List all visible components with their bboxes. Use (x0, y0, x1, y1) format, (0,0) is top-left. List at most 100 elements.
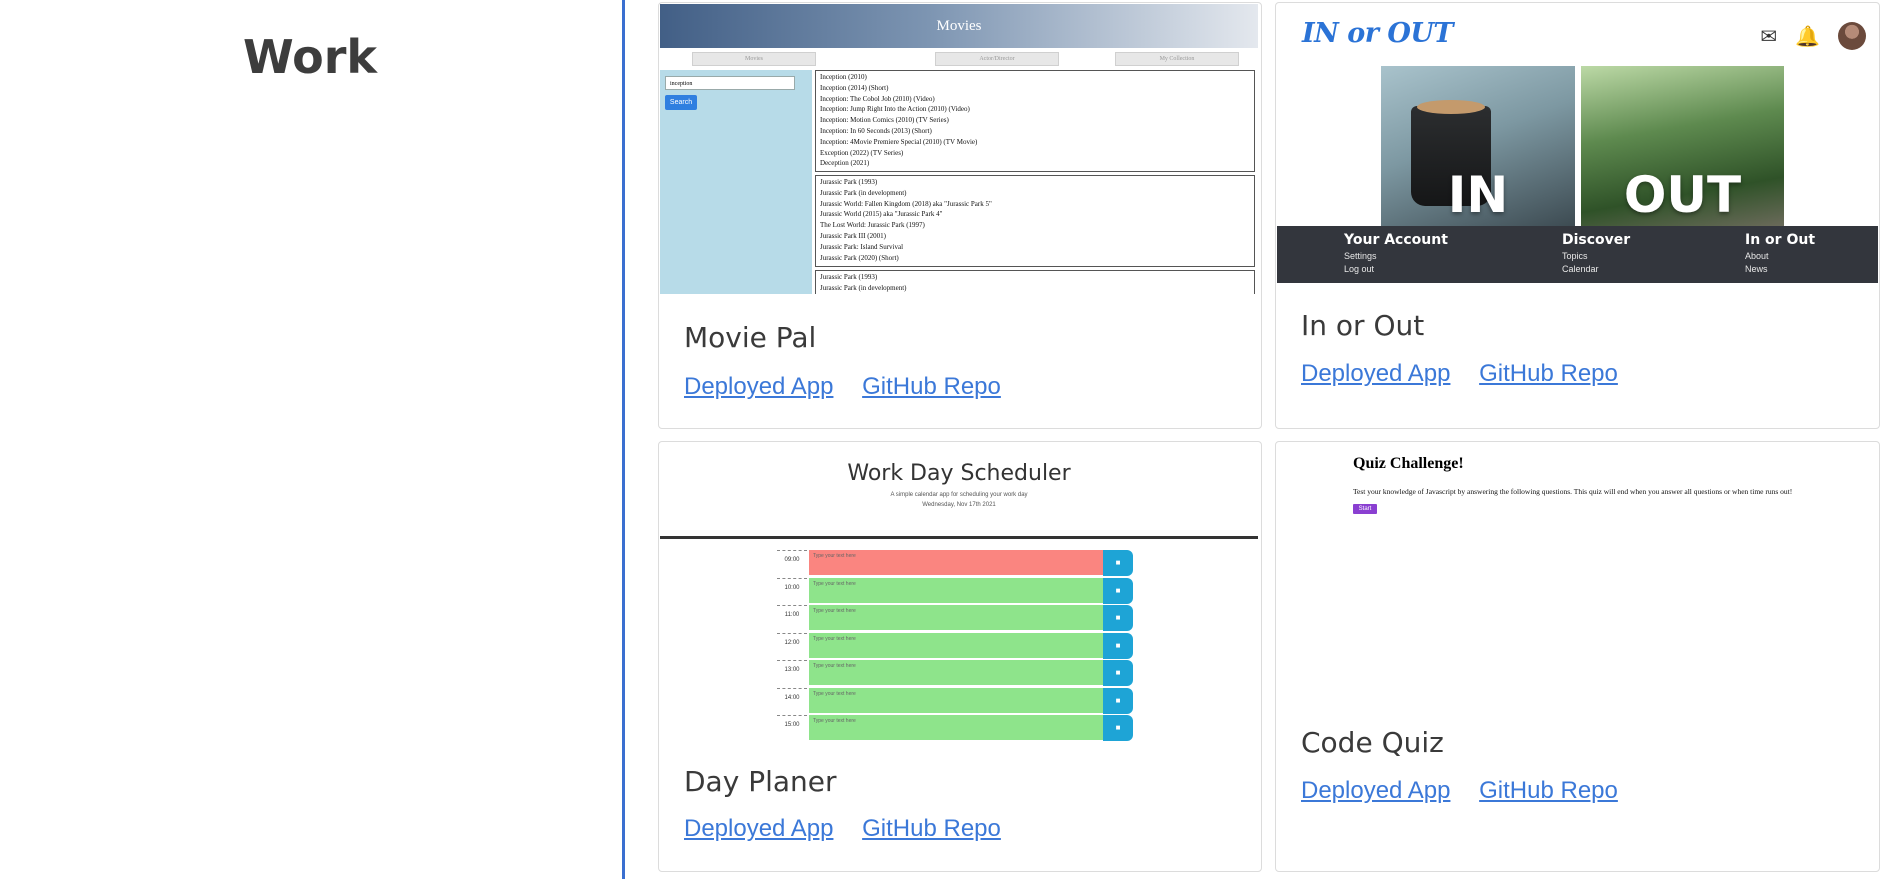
preview-search-input: inception (665, 76, 795, 90)
project-card-day-planer: Work Day Scheduler A simple calendar app… (658, 441, 1262, 872)
project-title: Day Planer (684, 765, 837, 798)
github-repo-link[interactable]: GitHub Repo (862, 815, 1001, 842)
preview-hour-label: 13:00 (777, 660, 807, 687)
preview-result-line: Jurassic Park: Island Survival (820, 242, 904, 251)
preview-hour-slot: Type your text here (809, 687, 1103, 714)
preview-description: Test your knowledge of Javascript by ans… (1353, 487, 1793, 496)
preview-hour-row: 15:00 Type your text here ■ (777, 715, 1137, 742)
preview-hour-slot: Type your text here (809, 632, 1103, 659)
project-links: Deployed App GitHub Repo (1301, 777, 1640, 805)
preview-start-button: Start (1353, 504, 1377, 514)
preview-result-line: Jurassic World (2015) aka "Jurassic Park… (820, 210, 943, 219)
project-title: In or Out (1301, 309, 1425, 342)
section-divider (622, 0, 625, 879)
project-links: Deployed App GitHub Repo (1301, 360, 1640, 388)
preview-hour-label: 12:00 (777, 632, 807, 660)
preview-sidebar: inception Search (660, 70, 812, 294)
project-card-code-quiz: Quiz Challenge! Test your knowledge of J… (1275, 441, 1880, 872)
preview-hour-row: 14:00 Type your text here ■ (777, 687, 1137, 715)
preview-footer-heading: In or Out (1745, 232, 1816, 248)
preview-result-line: The Lost World: Jurassic Park (1997) (820, 221, 925, 230)
preview-footer-link: Settings (1344, 251, 1377, 261)
preview-result-line: Inception: Jump Right Into the Action (2… (820, 105, 970, 114)
preview-header-icons: ✉ 🔔 (1760, 22, 1866, 50)
preview-footer-link: Log out (1344, 264, 1375, 274)
preview-result-line: Jurassic Park (in development) (820, 188, 907, 197)
preview-divider (660, 536, 1258, 539)
preview-result-line: Exception (2022) (TV Series) (820, 148, 904, 157)
preview-in-label: IN (1447, 166, 1509, 224)
preview-nav-item: My Collection (1115, 52, 1239, 66)
preview-footer-link: Calendar (1562, 264, 1599, 274)
section-title: Work (243, 30, 377, 84)
section-sidebar: Work (0, 0, 622, 879)
preview-footer-column: Discover Topics Calendar (1562, 232, 1630, 274)
preview-hour-slot: Type your text here (809, 550, 1103, 576)
preview-result-group: Inception (2010) Inception (2014) (Short)… (815, 70, 1255, 172)
preview-out-image: OUT (1581, 66, 1784, 226)
preview-logo: IN or OUT (1302, 18, 1454, 49)
deployed-app-link[interactable]: Deployed App (684, 373, 833, 400)
preview-in-image: IN (1381, 66, 1575, 226)
preview-result-group: Jurassic Park (1993) Jurassic Park (in de… (815, 175, 1255, 267)
preview-result-group: Jurassic Park (1993) Jurassic Park (in de… (815, 270, 1255, 294)
github-repo-link[interactable]: GitHub Repo (862, 373, 1001, 400)
preview-hour-label: 09:00 (777, 550, 807, 577)
preview-footer-heading: Discover (1562, 232, 1631, 248)
deployed-app-link[interactable]: Deployed App (1301, 360, 1450, 387)
preview-hour-slot: Type your text here (809, 605, 1103, 631)
preview-footer-link: Topics (1562, 251, 1588, 261)
deployed-app-link[interactable]: Deployed App (1301, 777, 1450, 804)
preview-hour-slot: Type your text here (809, 577, 1103, 604)
preview-result-line: Deception (2021) (820, 159, 870, 168)
preview-subtitle: A simple calendar app for scheduling you… (890, 492, 1028, 498)
save-icon: ■ (1103, 550, 1133, 576)
preview-nav: Movies Actor/Director My Collection (660, 52, 1258, 66)
save-icon: ■ (1103, 687, 1133, 714)
project-screenshot: Quiz Challenge! Test your knowledge of J… (1277, 443, 1878, 743)
preview-hour-row: 09:00 Type your text here ■ (777, 550, 1137, 577)
preview-result-line: Inception (2010) (820, 73, 867, 81)
preview-nav-item: Movies (692, 52, 816, 66)
preview-result-line: Jurassic Park (1993) (820, 273, 878, 281)
preview-hour-slot: Type your text here (809, 715, 1103, 741)
preview-hour-row: 11:00 Type your text here ■ (777, 605, 1137, 632)
project-screenshot: Work Day Scheduler A simple calendar app… (660, 443, 1258, 743)
save-icon: ■ (1103, 715, 1133, 741)
preview-hour-slot: Type your text here (809, 660, 1103, 686)
preview-search-button: Search (665, 95, 697, 110)
save-icon: ■ (1103, 577, 1133, 604)
envelope-icon: ✉ (1760, 25, 1778, 48)
preview-hour-row: 10:00 Type your text here ■ (777, 577, 1137, 605)
preview-title: Quiz Challenge! (1353, 455, 1464, 472)
project-links: Deployed App GitHub Repo (684, 373, 1023, 401)
deployed-app-link[interactable]: Deployed App (684, 815, 833, 842)
preview-footer: Your Account Settings Log out Discover T… (1277, 226, 1878, 283)
avatar (1838, 22, 1866, 50)
preview-footer-column: Your Account Settings Log out (1344, 232, 1448, 274)
preview-nav-item: Actor/Director (935, 52, 1059, 66)
preview-footer-column: In or Out About News (1745, 232, 1815, 274)
save-icon: ■ (1103, 632, 1133, 659)
preview-result-line: Jurassic Park (in development) (820, 283, 907, 292)
project-card-in-or-out: IN or OUT ✉ 🔔 IN OUT Your Account Settin… (1275, 2, 1880, 429)
preview-footer-heading: Your Account (1344, 232, 1448, 248)
preview-hour-label: 11:00 (777, 605, 807, 632)
save-icon: ■ (1103, 660, 1133, 686)
github-repo-link[interactable]: GitHub Repo (1479, 777, 1618, 804)
preview-result-line: Inception (2014) (Short) (820, 83, 889, 92)
preview-result-line: Inception: The Cobol Job (2010) (Video) (820, 94, 935, 103)
preview-result-line: Jurassic Park III (2001) (820, 231, 886, 240)
preview-result-line: Inception: In 60 Seconds (2013) (Short) (820, 126, 932, 135)
preview-hour-label: 10:00 (777, 577, 807, 605)
preview-out-label: OUT (1623, 166, 1742, 224)
preview-header: Movies (660, 4, 1258, 48)
preview-result-line: Jurassic Park (2020) (Short) (820, 253, 899, 262)
project-card-movie-pal: Movies Movies Actor/Director My Collecti… (658, 2, 1262, 429)
preview-footer-link: News (1745, 264, 1768, 274)
preview-hour-row: 12:00 Type your text here ■ (777, 632, 1137, 660)
project-title: Movie Pal (684, 321, 817, 354)
github-repo-link[interactable]: GitHub Repo (1479, 360, 1618, 387)
preview-hour-label: 15:00 (777, 715, 807, 742)
project-screenshot: Movies Movies Actor/Director My Collecti… (660, 4, 1258, 294)
